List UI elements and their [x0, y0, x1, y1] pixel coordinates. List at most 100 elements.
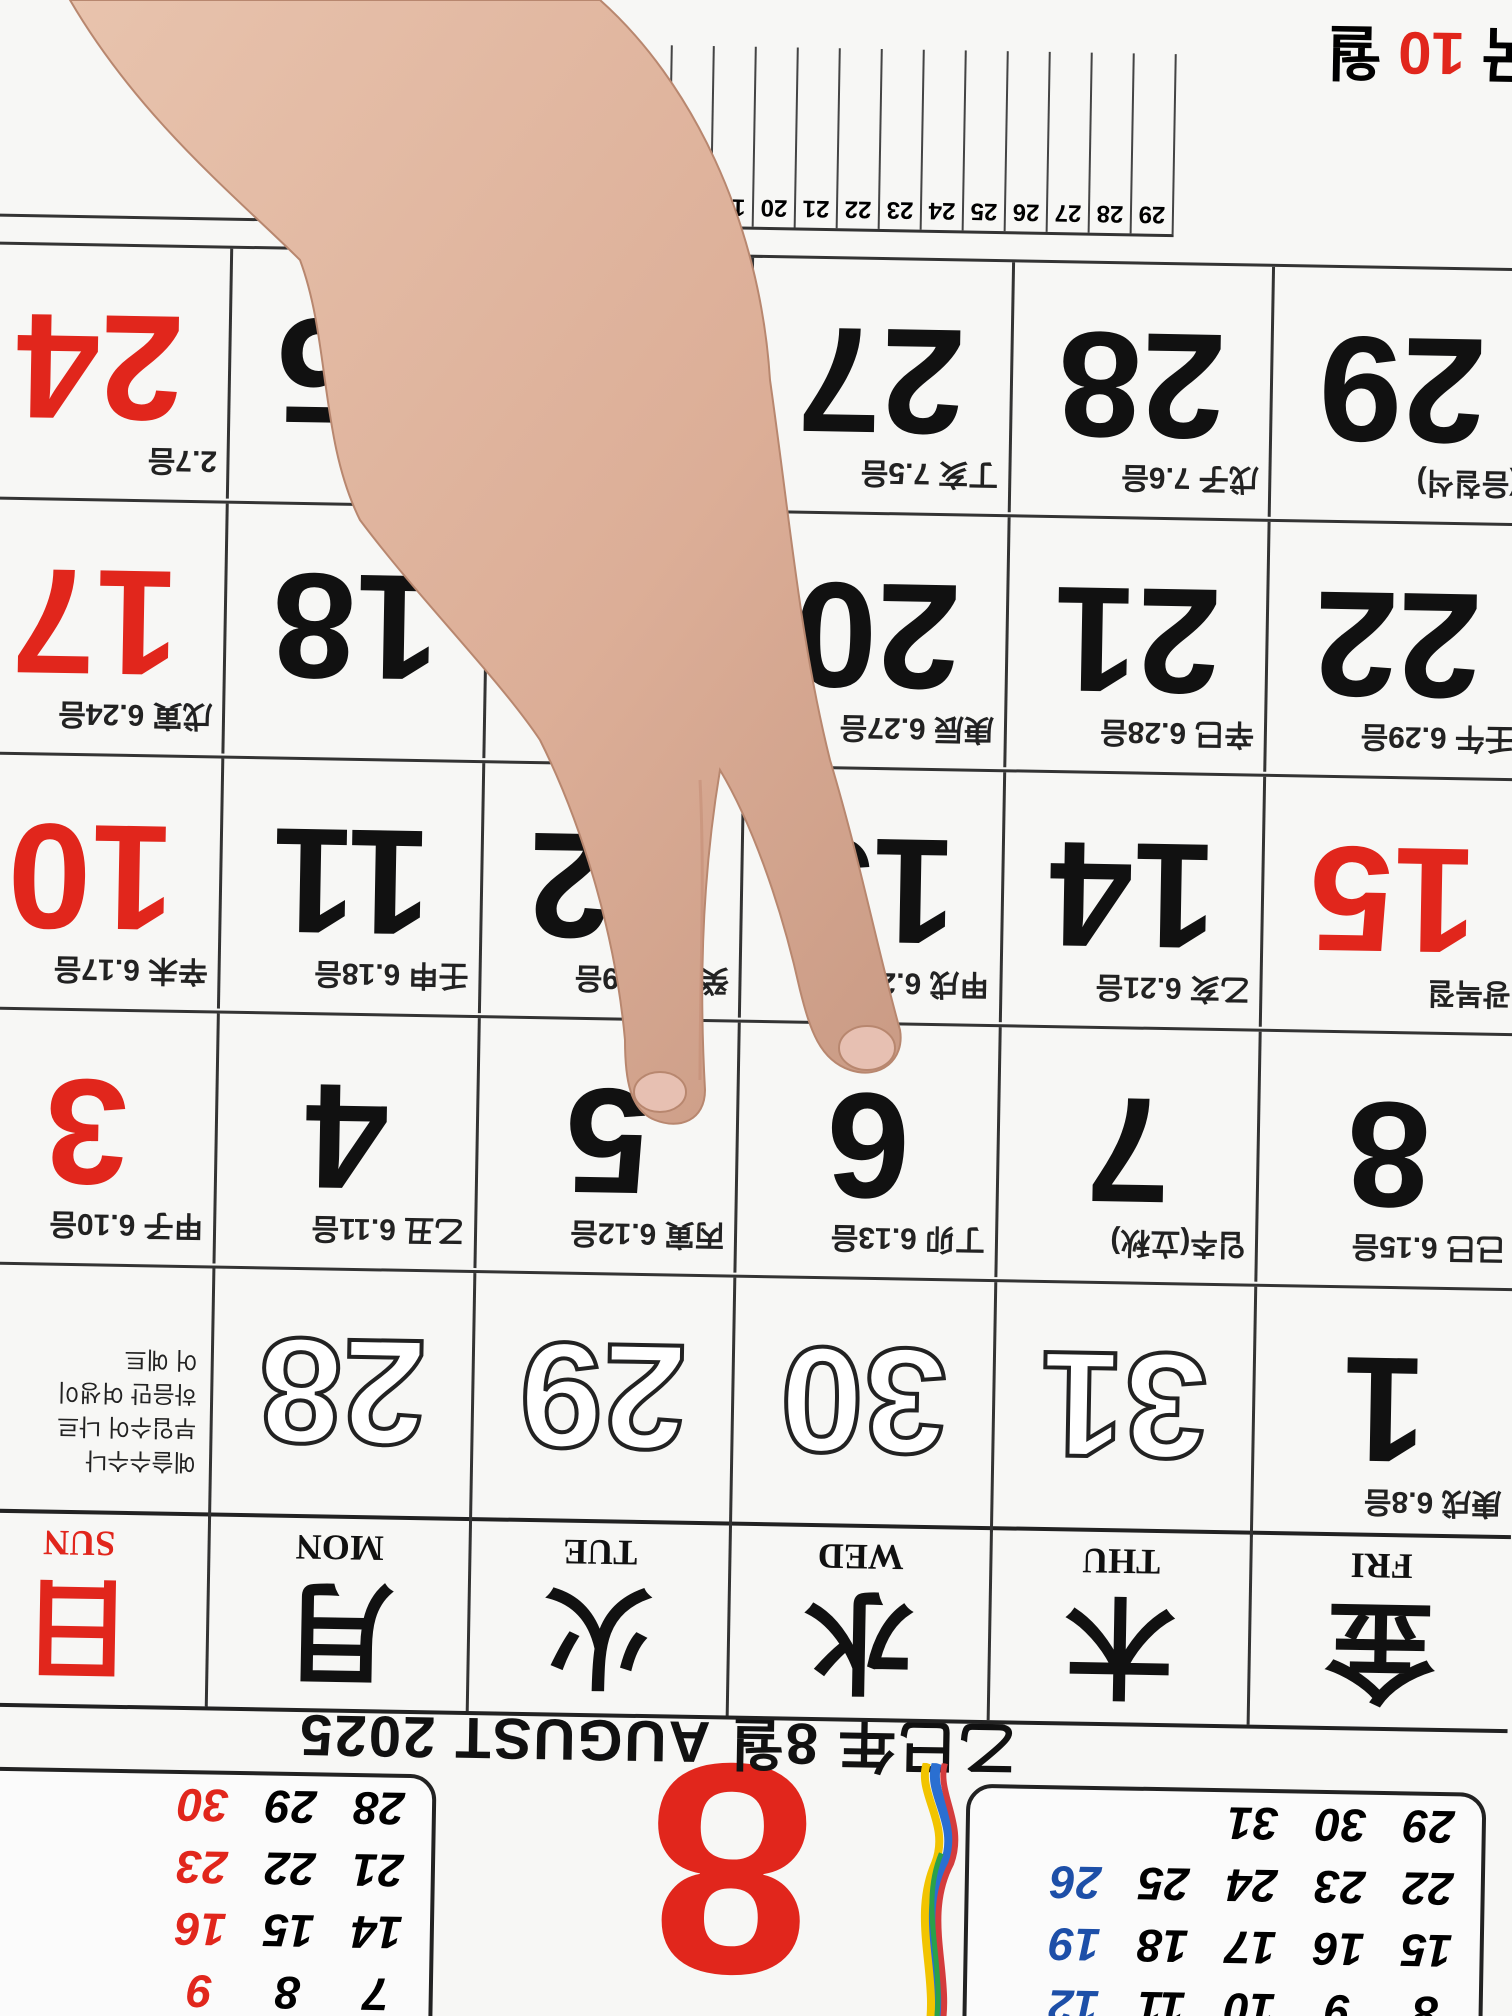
- day-cell: 甲戌 6.20음 13: [741, 767, 1007, 1023]
- day-number: 24: [14, 281, 185, 453]
- mini-calendar-next: 7 8 9 14 15 16 21 22 23 28 29 30: [0, 1765, 437, 2016]
- weekday-mon: 月 MON: [208, 1516, 473, 1712]
- strip-day-number: 19: [718, 193, 746, 221]
- day-number: 31: [1037, 1318, 1211, 1493]
- day-cell: 19: [485, 508, 751, 763]
- day-cell: 乙丑 6.11음 4: [215, 1013, 481, 1269]
- weekday-kanji: 月: [282, 1568, 395, 1694]
- strip-day: 25: [963, 50, 1009, 232]
- week-row: (음칠석) 29 戊子 7.6음 28 丁亥 7.5음 27 26 25 2.7음 24: [0, 241, 1512, 522]
- day-number: 28: [256, 1304, 430, 1479]
- mini-day: 26: [1049, 1856, 1102, 1910]
- mini-day: 15: [1400, 1924, 1453, 1978]
- week-row: 庚戌 6.8음 1 31 30 29 28 예슬수수나 부입수어 나르 하음만 여생이 어 예트: [0, 1260, 1512, 1542]
- day-cell: 입추(立秋) 7: [997, 1027, 1263, 1282]
- strip-day-number: 23: [886, 196, 914, 224]
- tassel-icon: [920, 1762, 959, 2016]
- day-number: 29: [516, 1309, 690, 1484]
- weekday-kanji: 木: [1063, 1582, 1176, 1708]
- weekday-header-row: 金 FRI 木 THU 水 WED 火 TUE 月 MON 日 SUN: [0, 1507, 1511, 1734]
- week-row: 광복절 15 乙亥 6.21음 14 甲戌 6.20음 13 癸酉 6.19음 12 壬申 6.…: [0, 751, 1512, 1032]
- day-cell: 丁亥 7.5음 27: [750, 257, 1016, 513]
- strip-day: 13: [459, 41, 505, 223]
- day-number: 18: [270, 541, 441, 713]
- strip-day: 28: [1089, 52, 1135, 234]
- mini-day: 23: [175, 1840, 228, 1894]
- mini-day: [1044, 1820, 1110, 1821]
- mini-calendar-previous: 8 9 10 11 12 15 16 17 18 19 22 23 24 25 26 29 30 31: [961, 1783, 1487, 2016]
- day-number: 12: [527, 800, 697, 972]
- weekday-eng: TUE: [562, 1531, 638, 1573]
- next-month-label: 국 10 월: [1325, 13, 1512, 104]
- weekday-eng: FRI: [1350, 1545, 1413, 1587]
- mini-week-row: 15 16 17 18 19: [987, 1912, 1460, 1982]
- strip-day-number: 18: [676, 192, 704, 220]
- weekday-thu: 木 THU: [989, 1530, 1254, 1725]
- mini-week-row: 14 15 16: [0, 1894, 410, 1964]
- strip-day-number: 10: [340, 186, 368, 215]
- weekday-eng: SUN: [42, 1522, 116, 1564]
- day-number: 1: [1341, 1325, 1428, 1495]
- day-cell: 己巳 6.15음 8: [1258, 1032, 1512, 1286]
- mini-day: 12: [1047, 1980, 1100, 2016]
- strip-day: 26: [1005, 51, 1051, 232]
- month-header: 8 乙巳年 8월 AUGUST 2025: [298, 1700, 1017, 2016]
- mini-day: 29: [1402, 1800, 1455, 1854]
- mini-day: 8: [1412, 1986, 1439, 2016]
- day-number: 20: [791, 550, 962, 722]
- strip-day-number: 9: [305, 185, 319, 214]
- day-cell: 29: [472, 1273, 737, 1528]
- day-cell: 18: [224, 503, 490, 759]
- day-cell: 辛巳 6.28음 21: [1006, 517, 1272, 772]
- strip-day: 16: [585, 43, 631, 225]
- weekday-kanji: 火: [542, 1573, 655, 1699]
- strip-day-number: 14: [508, 189, 536, 217]
- day-cell: 예슬수수나 부입수어 나르 하음만 여생이 어 예트: [0, 1263, 216, 1519]
- strip-day-number: 20: [760, 193, 788, 222]
- strip-day: 15: [543, 43, 589, 224]
- strip-day: 14: [501, 42, 547, 224]
- strip-day-number: 12: [424, 188, 452, 216]
- mini-day: 8: [274, 1966, 302, 2016]
- day-cell: 30: [732, 1277, 998, 1533]
- note-line: 예슬수수나: [84, 1446, 196, 1476]
- strip-day: 17: [627, 44, 673, 226]
- mini-day: 16: [174, 1902, 227, 1956]
- strip-day: 10: [333, 39, 379, 221]
- day-cell: 壬午 6.29음 22: [1267, 522, 1512, 776]
- strip-day-number: 21: [802, 194, 830, 223]
- mini-day: 25: [1137, 1857, 1190, 1911]
- strip-day-number: 26: [1012, 198, 1040, 226]
- day-number: 19: [531, 545, 702, 717]
- weekday-tue: 火 TUE: [468, 1521, 733, 1716]
- strip-day-number: 13: [466, 188, 494, 217]
- strip-day-number: 15: [550, 190, 578, 218]
- strip-day: 27: [1047, 51, 1093, 233]
- mini-day: 17: [1224, 1921, 1277, 1975]
- label-right: 월: [1325, 17, 1383, 86]
- day-cell: 28: [211, 1268, 477, 1524]
- day-cell: 甲子 6.10음 3: [0, 1009, 221, 1264]
- day-cell: 癸酉 6.19음 12: [480, 763, 746, 1018]
- mini-week-row: 29 30 31: [989, 1788, 1462, 1858]
- day-cell: 壬申 6.18음 11: [220, 758, 486, 1014]
- mini-day: 16: [1312, 1922, 1365, 1976]
- strip-day: 11: [375, 40, 421, 221]
- day-cell: 25: [229, 248, 495, 504]
- mini-day: 15: [262, 1904, 315, 1958]
- weekday-kanji: 日: [21, 1564, 134, 1690]
- weekday-kanji: 金: [1324, 1586, 1437, 1712]
- day-number: 17: [10, 536, 181, 708]
- day-number: 30: [777, 1313, 951, 1488]
- day-cell: 戊寅 6.24음 17: [0, 499, 230, 754]
- mini-day: 14: [350, 1906, 403, 1959]
- day-number: 29: [1317, 304, 1488, 476]
- strip-day-number: 16: [592, 190, 620, 219]
- day-number: 10: [6, 791, 176, 963]
- day-number: 5: [564, 1056, 651, 1227]
- mini-week-row: 22 23 24 25 26: [988, 1850, 1461, 1920]
- mini-day: 9: [186, 1965, 214, 2016]
- mini-day: 24: [1225, 1859, 1278, 1913]
- day-number: 13: [787, 805, 958, 977]
- mini-day: [1132, 1822, 1198, 1823]
